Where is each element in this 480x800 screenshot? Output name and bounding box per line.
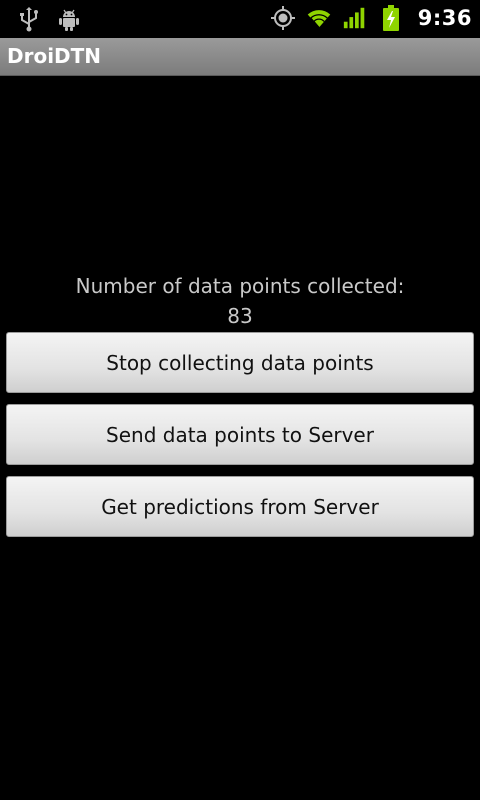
gps-icon: [270, 4, 296, 32]
stop-collecting-button[interactable]: Stop collecting data points: [6, 332, 474, 393]
data-points-count-label: Number of data points collected:: [75, 274, 405, 298]
main-content: Number of data points collected: 83 Stop…: [0, 76, 480, 800]
usb-icon: [16, 6, 42, 34]
get-predictions-button[interactable]: Get predictions from Server: [6, 476, 474, 537]
app-title-bar: DroiDTN: [0, 38, 480, 76]
status-bar: 9:36: [0, 0, 480, 38]
send-data-points-button[interactable]: Send data points to Server: [6, 404, 474, 465]
app-title: DroiDTN: [7, 44, 102, 68]
data-points-count-value: 83: [227, 304, 253, 328]
wifi-icon: [306, 4, 332, 32]
signal-icon: [342, 4, 368, 32]
battery-charging-icon: [378, 4, 404, 32]
status-clock: 9:36: [417, 6, 472, 30]
android-debug-icon: [56, 6, 82, 34]
